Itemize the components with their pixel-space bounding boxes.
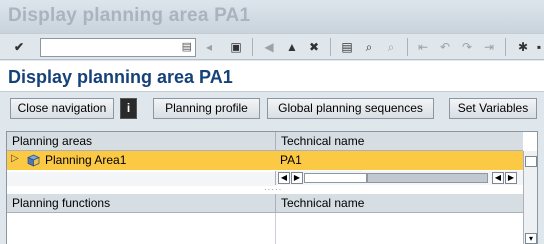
standard-toolbar: ✔ ▤ ◂ ▣ ◀ ▲ ✖ ▤ ⌕ ⌕ ⇤ ↶ ↷ ⇥ ✱ ▪	[0, 33, 544, 60]
scroll-left-end-icon[interactable]: ◀	[492, 172, 504, 184]
cancel-icon[interactable]: ✖	[305, 38, 323, 56]
collapse-icon[interactable]: ◂	[204, 38, 214, 56]
column-header-planning-areas[interactable]: Planning areas	[7, 132, 275, 151]
close-navigation-button[interactable]: Close navigation	[10, 98, 114, 119]
first-page-icon[interactable]: ⇤	[414, 38, 432, 56]
planning-area-icon	[27, 154, 40, 167]
horizontal-scrollbar-left[interactable]	[7, 172, 275, 186]
planning-functions-area: Planning functions Technical name	[7, 194, 523, 244]
toolbar-separator	[252, 38, 253, 56]
planning-area-name[interactable]: Planning Area1	[45, 151, 126, 170]
global-planning-sequences-button[interactable]: Global planning sequences	[267, 98, 434, 119]
column-divider	[275, 213, 276, 244]
new-session-icon[interactable]: ✱	[514, 38, 532, 56]
expand-node-icon[interactable]: ▷	[11, 153, 19, 164]
planning-area-technical-name: PA1	[280, 153, 302, 167]
column-header-technical-name[interactable]: Technical name	[275, 132, 523, 151]
command-field[interactable]: ▤	[40, 38, 196, 57]
enter-icon[interactable]: ✔	[10, 38, 28, 56]
toolbar-separator	[330, 38, 331, 56]
more-icon[interactable]: ▪	[534, 38, 544, 56]
column-header-technical-name-functions[interactable]: Technical name	[275, 194, 523, 213]
horizontal-scrollbar-right[interactable]: ◀ ▶ ◀ ▶	[275, 171, 523, 185]
scroll-track[interactable]	[304, 173, 367, 183]
exit-icon[interactable]: ▲	[283, 38, 301, 56]
next-page-icon[interactable]: ↷	[458, 38, 476, 56]
window-titlebar: Display planning area PA1	[0, 0, 544, 33]
find-icon[interactable]: ⌕	[360, 38, 378, 56]
back-icon[interactable]: ◀	[260, 38, 278, 56]
prev-page-icon[interactable]: ↶	[436, 38, 454, 56]
toolbar-separator	[505, 38, 506, 56]
toolbar-separator	[407, 38, 408, 56]
scroll-down-icon[interactable]: ▾	[525, 233, 537, 244]
table-row[interactable]: ▷ Planning Area1 PA1	[7, 151, 523, 170]
set-variables-button[interactable]: Set Variables	[449, 98, 537, 119]
scroll-box[interactable]	[525, 156, 537, 167]
print-icon[interactable]: ▤	[338, 38, 356, 56]
last-page-icon[interactable]: ⇥	[480, 38, 498, 56]
info-icon[interactable]: i	[120, 98, 137, 119]
page-title: Display planning area PA1	[8, 67, 233, 87]
column-header-planning-functions[interactable]: Planning functions	[7, 194, 275, 213]
scroll-right-end-icon[interactable]: ▶	[505, 172, 517, 184]
page-title-bar: Display planning area PA1	[0, 61, 544, 92]
window-title: Display planning area PA1	[8, 5, 251, 26]
scroll-right-icon[interactable]: ▶	[291, 172, 303, 184]
planning-profile-button[interactable]: Planning profile	[153, 98, 260, 119]
command-dropdown-icon[interactable]: ▤	[182, 40, 192, 53]
scroll-left-icon[interactable]: ◀	[278, 172, 290, 184]
vertical-scrollbar[interactable]: ▾	[523, 151, 537, 244]
navigation-panel: Planning areas Technical name ▷ Planning…	[6, 131, 538, 244]
application-toolbar: Close navigation i Planning profile Glob…	[0, 93, 544, 125]
scroll-thumb[interactable]	[367, 173, 488, 183]
splitter-handle[interactable]: ·····	[264, 186, 282, 194]
find-next-icon[interactable]: ⌕	[382, 38, 400, 56]
save-icon[interactable]: ▣	[227, 38, 245, 56]
